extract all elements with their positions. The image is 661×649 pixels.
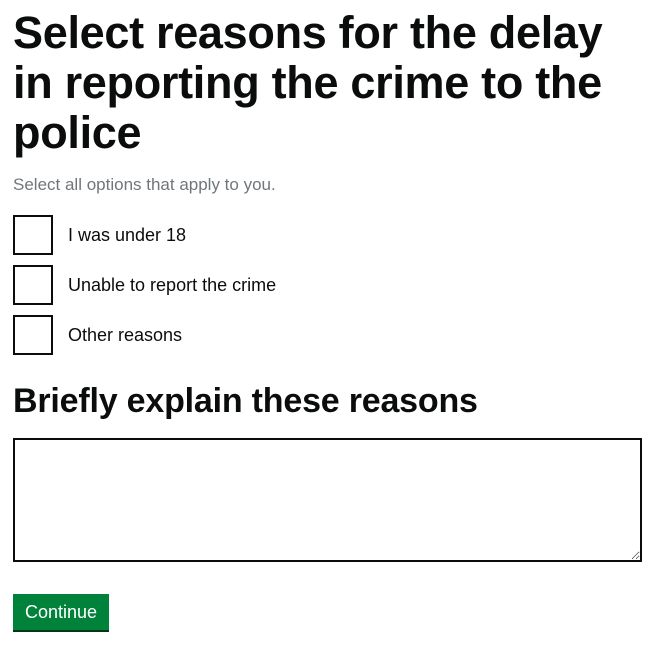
checkbox-label[interactable]: Other reasons bbox=[68, 325, 182, 345]
checkbox-item-unable-to-report[interactable]: Unable to report the crime bbox=[13, 265, 648, 305]
checkbox-item-other-reasons[interactable]: Other reasons bbox=[13, 315, 648, 355]
checkbox-label[interactable]: I was under 18 bbox=[68, 225, 186, 245]
checkbox-label[interactable]: Unable to report the crime bbox=[68, 275, 276, 295]
checkbox-unable-to-report[interactable] bbox=[13, 265, 53, 305]
explain-field-wrapper bbox=[13, 438, 642, 562]
checkbox-under-18[interactable] bbox=[13, 215, 53, 255]
page-title: Select reasons for the delay in reportin… bbox=[13, 7, 603, 158]
checkbox-other-reasons[interactable] bbox=[13, 315, 53, 355]
continue-button[interactable]: Continue bbox=[13, 594, 110, 630]
hint-text: Select all options that apply to you. bbox=[13, 175, 276, 194]
explain-textarea[interactable] bbox=[13, 438, 642, 562]
explain-heading: Briefly explain these reasons bbox=[13, 382, 478, 420]
checkbox-group: I was under 18 Unable to report the crim… bbox=[13, 215, 648, 355]
checkbox-item-under-18[interactable]: I was under 18 bbox=[13, 215, 648, 255]
main-content: Select reasons for the delay in reportin… bbox=[13, 0, 648, 630]
